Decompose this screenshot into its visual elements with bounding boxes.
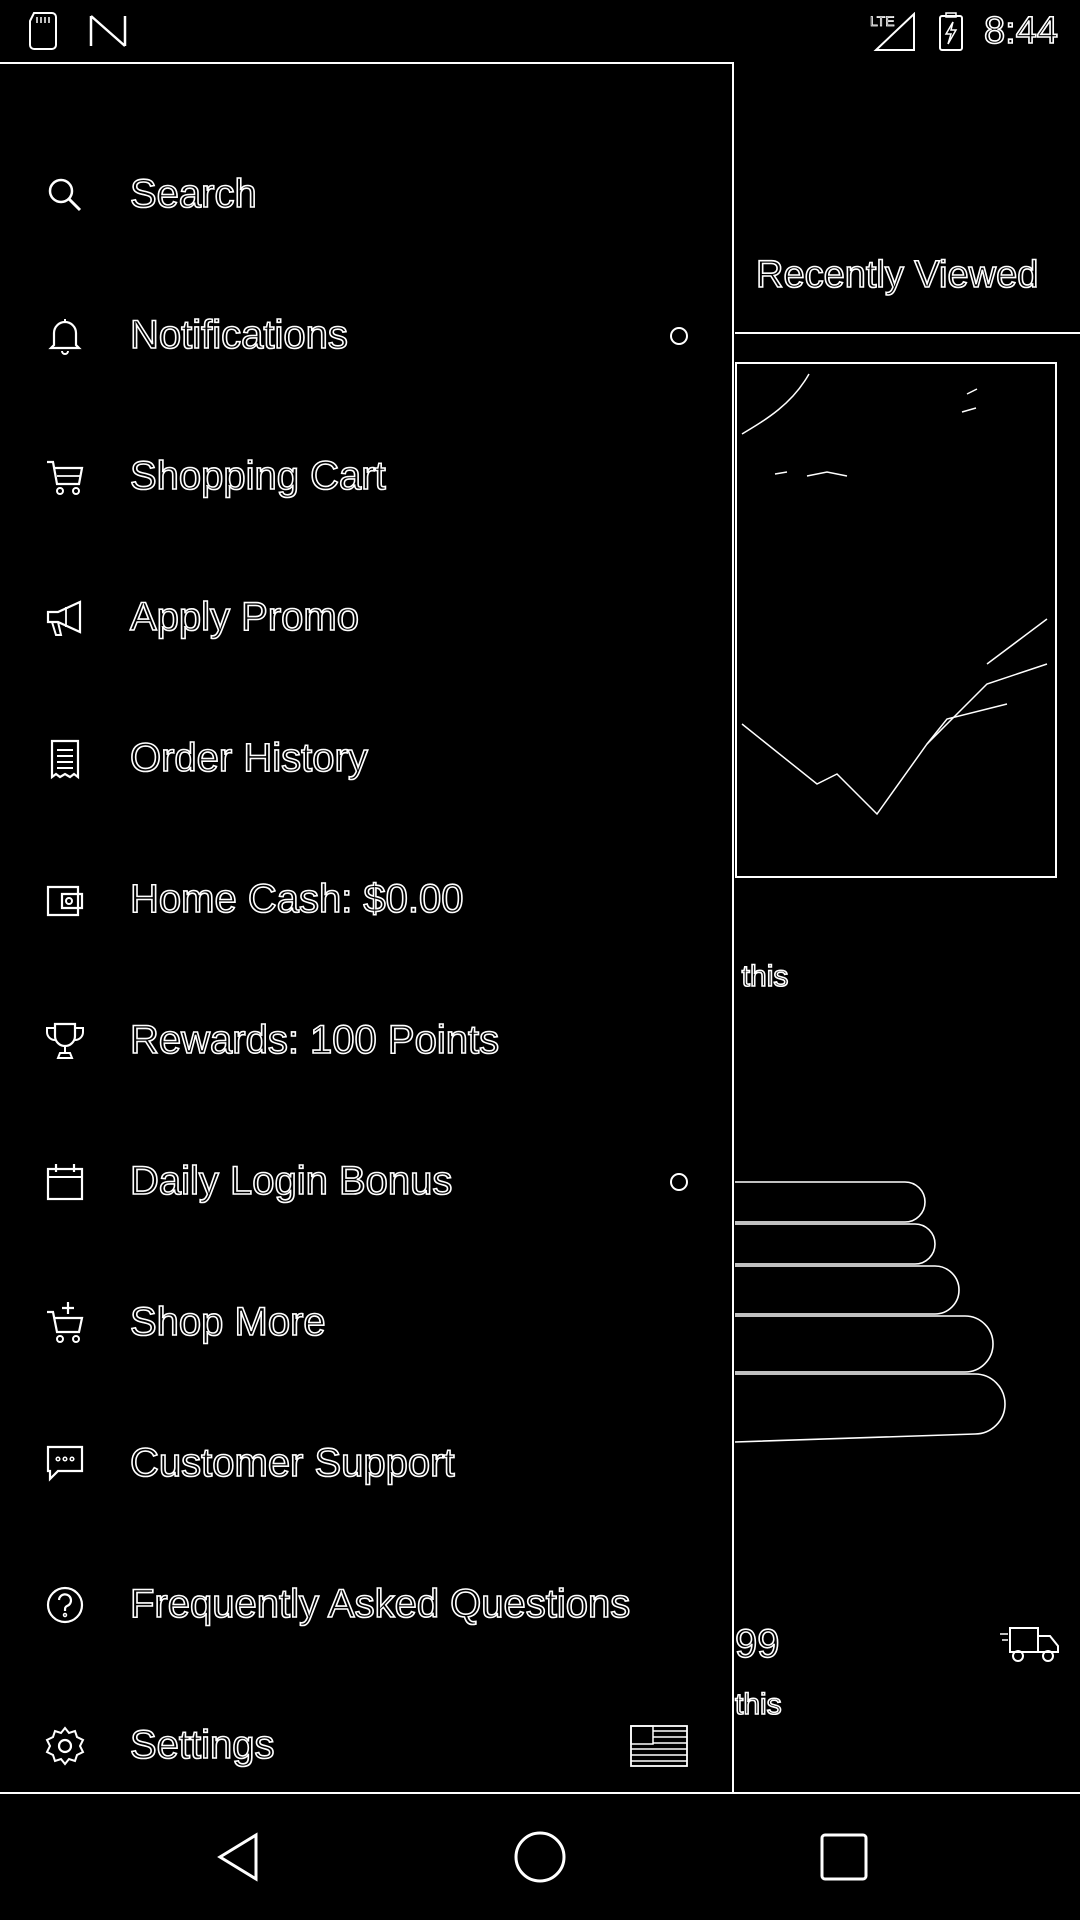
menu-label: Shopping Cart <box>129 453 386 499</box>
product-snippet-1: : this <box>724 959 789 994</box>
menu-label: Apply Promo <box>129 594 360 640</box>
bonus-indicator-dot <box>670 1172 688 1191</box>
menu-item-shopping-cart[interactable]: Shopping Cart <box>0 406 734 547</box>
help-icon <box>42 1582 88 1628</box>
menu-item-notifications[interactable]: Notifications <box>0 265 734 406</box>
signal-icon: LTE <box>870 11 916 51</box>
truck-icon <box>1000 1627 1059 1662</box>
drawer-menu: Search Notifications Shopping Cart Apply… <box>0 124 734 1816</box>
product-price: 99 <box>734 1621 780 1667</box>
menu-label: Notifications <box>129 312 348 358</box>
menu-label: Order History <box>129 735 368 781</box>
menu-item-apply-promo[interactable]: Apply Promo <box>0 547 734 688</box>
product-image-towels[interactable] <box>725 1172 1045 1502</box>
menu-item-home-cash[interactable]: Home Cash: $0.00 <box>0 829 734 970</box>
receipt-icon <box>42 736 88 782</box>
menu-item-order-history[interactable]: Order History <box>0 688 734 829</box>
menu-label: Settings <box>129 1722 275 1768</box>
trophy-icon <box>42 1018 88 1064</box>
menu-label: Frequently Asked Questions <box>129 1581 631 1627</box>
navigation-drawer: Search Notifications Shopping Cart Apply… <box>0 62 734 1792</box>
recents-icon[interactable] <box>816 1829 872 1885</box>
menu-item-search[interactable]: Search <box>0 124 734 265</box>
calendar-icon <box>42 1159 88 1205</box>
product-image[interactable] <box>735 362 1057 878</box>
menu-item-shop-more[interactable]: Shop More <box>0 1252 734 1393</box>
megaphone-icon <box>42 595 88 641</box>
notification-indicator-dot <box>670 326 688 345</box>
menu-item-faq[interactable]: Frequently Asked Questions <box>0 1534 734 1675</box>
menu-label: Shop More <box>129 1299 326 1345</box>
network-label: LTE <box>870 13 895 29</box>
back-icon[interactable] <box>210 1829 266 1885</box>
n-logo-icon <box>89 15 127 47</box>
product-snippet-2: this <box>734 1687 782 1722</box>
us-flag-icon[interactable] <box>630 1724 688 1767</box>
gear-icon <box>42 1723 88 1769</box>
tab-divider <box>735 332 1080 334</box>
menu-item-daily-login-bonus[interactable]: Daily Login Bonus <box>0 1111 734 1252</box>
menu-label: Customer Support <box>129 1440 455 1486</box>
status-time: 8:44 <box>983 9 1059 53</box>
tab-recently-viewed[interactable]: Recently Viewed <box>755 253 1039 297</box>
system-nav-bar <box>0 1792 1080 1920</box>
bell-icon <box>42 313 88 359</box>
menu-item-rewards[interactable]: Rewards: 100 Points <box>0 970 734 1111</box>
cart-icon <box>42 454 88 500</box>
menu-label: Search <box>129 171 257 217</box>
chat-icon <box>42 1441 88 1487</box>
home-icon[interactable] <box>512 1829 568 1885</box>
search-icon <box>42 172 88 218</box>
menu-label: Daily Login Bonus <box>129 1158 453 1204</box>
menu-item-customer-support[interactable]: Customer Support <box>0 1393 734 1534</box>
wallet-icon <box>42 877 88 923</box>
sd-card-icon <box>29 12 57 50</box>
battery-charging-icon <box>939 11 964 51</box>
status-bar: LTE 8:44 <box>0 0 1080 62</box>
menu-label: Home Cash: $0.00 <box>129 876 464 922</box>
cart-plus-icon <box>42 1300 88 1346</box>
menu-label: Rewards: 100 Points <box>129 1017 500 1063</box>
